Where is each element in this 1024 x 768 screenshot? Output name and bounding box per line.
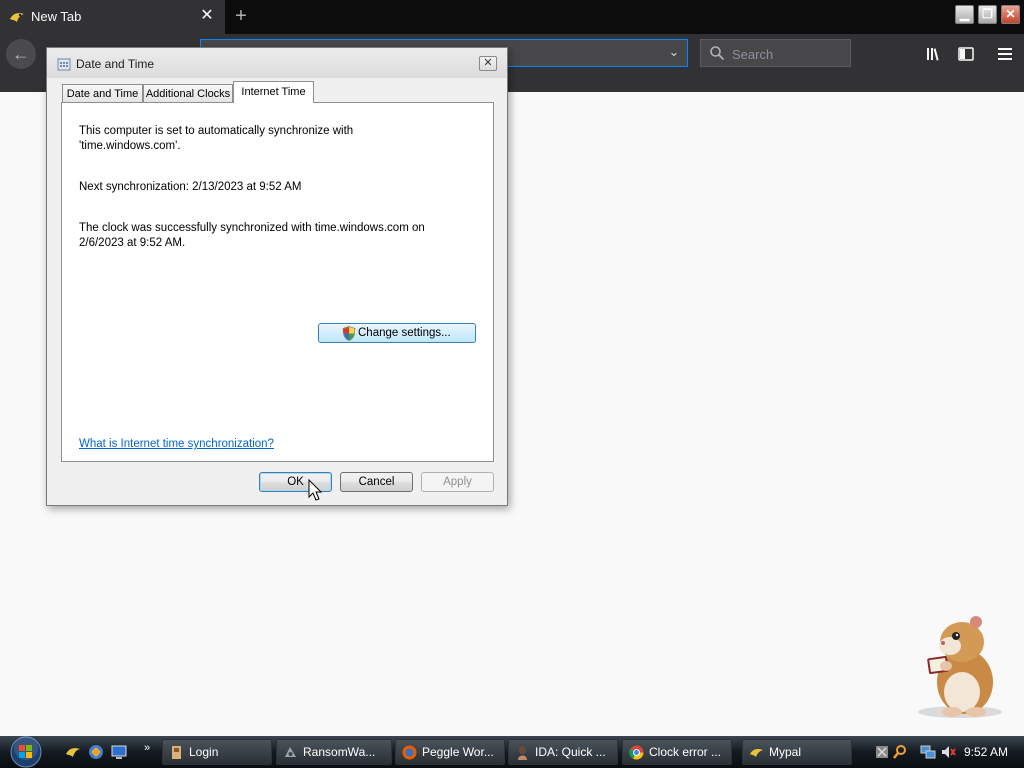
search-placeholder: Search [732,47,774,62]
tab-date-and-time[interactable]: Date and Time [62,84,143,102]
date-time-dialog: Date and Time ✕ Date and Time Additional… [46,47,508,506]
tray-search-icon[interactable] [892,744,908,760]
taskbar-item-label: IDA: Quick ... [535,745,606,759]
taskbar-item-label: RansomWa... [303,745,376,759]
search-icon [710,46,725,61]
show-desktop-icon[interactable] [111,744,127,760]
taskbar-item-label: Peggle Wor... [422,745,494,759]
restore-icon: ❐ [982,7,993,21]
login-app-icon [172,746,181,759]
taskbar-item-mypal[interactable]: Mypal [742,739,852,765]
ida-icon [518,746,527,760]
browser-tab-new-tab[interactable]: New Tab ✕ [0,0,225,34]
dialog-close-button[interactable]: ✕ [479,56,497,71]
tab-internet-time[interactable]: Internet Time [233,81,314,103]
change-settings-label: Change settings... [358,327,451,339]
start-button-windows-icon[interactable] [9,736,43,768]
system-tray: 9:52 AM [868,736,1024,768]
network-icon[interactable] [920,744,936,760]
tab-additional-clocks[interactable]: Additional Clocks [143,84,233,102]
tray-app-icon[interactable] [874,744,890,760]
apply-button[interactable]: Apply [421,472,494,492]
hamster-mascot-image [918,616,1002,718]
search-bar[interactable]: Search [700,39,851,67]
taskbar-item-label: Mypal [769,745,802,759]
taskbar-item-peggle[interactable]: Peggle Wor... [395,739,505,765]
window-close-icon: ✕ [1005,7,1016,21]
sidebar-icon[interactable] [957,45,975,63]
tab-title: New Tab [31,9,82,24]
quicklaunch-more-icon[interactable]: » [144,742,150,754]
next-sync-text: Next synchronization: 2/13/2023 at 9:52 … [79,181,302,193]
mypal-icon [750,749,763,757]
volume-muted-icon[interactable] [940,744,956,760]
mouse-pointer-icon [308,479,323,501]
minimize-icon: ▁ [959,7,970,21]
browser-quicklaunch-icon[interactable] [88,744,104,760]
cancel-button[interactable]: Cancel [340,472,413,492]
minimize-button[interactable]: ▁ [955,5,974,24]
firefox-icon [402,745,417,760]
uac-shield-icon [342,326,356,341]
taskbar-item-ransomware[interactable]: RansomWa... [276,739,392,765]
back-button[interactable]: ← [6,39,36,69]
taskbar-item-label: Clock error ... [649,745,722,759]
mypal-logo-icon [10,13,24,22]
sync-status-line-1: This computer is set to automatically sy… [79,125,354,137]
internet-time-panel: This computer is set to automatically sy… [61,102,494,462]
dialog-title: Date and Time [76,57,155,71]
restore-button[interactable]: ❐ [978,5,997,24]
taskbar-clock[interactable]: 9:52 AM [964,745,1008,759]
taskbar-item-label: Login [189,745,219,759]
last-sync-line-1: The clock was successfully synchronized … [79,222,425,234]
tab-close-icon[interactable]: ✕ [198,7,216,25]
change-settings-button[interactable]: Change settings... [318,323,476,343]
ransomware-app-icon [285,747,296,757]
browser-tab-strip: New Tab ✕ + ▁ ❐ ✕ [0,0,1024,34]
taskbar: » Login RansomWa... Peggle Wor... IDA: Q… [0,736,1024,768]
internet-time-help-link[interactable]: What is Internet time synchronization? [79,438,274,450]
clock-calendar-icon [57,58,71,71]
mypal-quicklaunch-icon[interactable] [65,744,81,760]
window-close-button[interactable]: ✕ [1001,5,1020,24]
taskbar-item-login[interactable]: Login [162,739,272,765]
last-sync-line-2: 2/6/2023 at 9:52 AM. [79,237,186,249]
sync-status-line-2: 'time.windows.com'. [79,140,181,152]
taskbar-item-clock-error[interactable]: Clock error ... [622,739,732,765]
url-dropdown-icon[interactable]: ⌄ [666,44,682,60]
dialog-titlebar[interactable]: Date and Time ✕ [47,48,507,78]
library-icon[interactable] [925,45,943,63]
new-tab-button[interactable]: + [230,5,252,27]
chrome-icon [629,745,644,760]
menu-hamburger-icon[interactable] [996,45,1014,63]
taskbar-item-ida[interactable]: IDA: Quick ... [508,739,618,765]
